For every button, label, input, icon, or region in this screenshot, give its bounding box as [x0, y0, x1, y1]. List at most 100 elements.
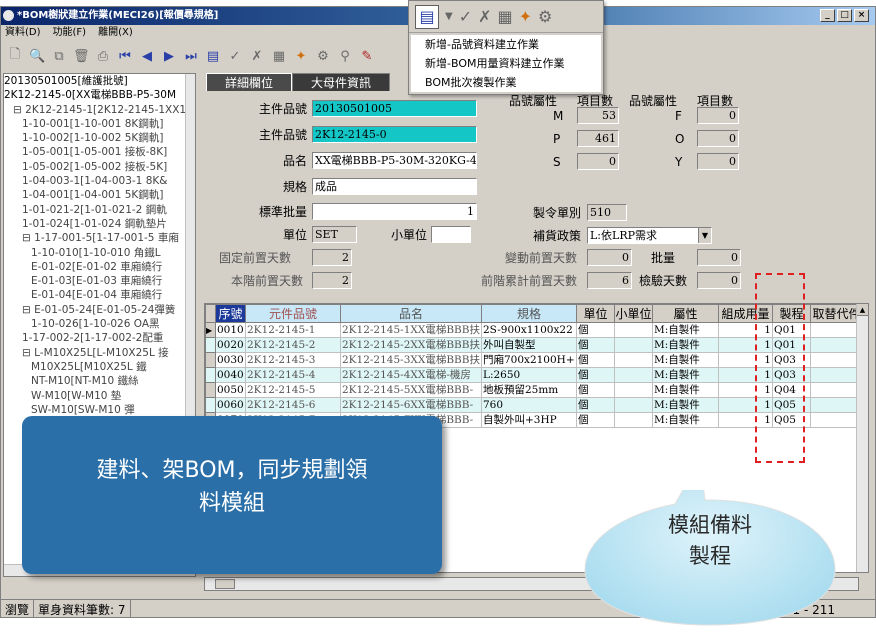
edit-icon[interactable]: ✎: [359, 49, 375, 64]
tree-item[interactable]: E-01-03[E-01-03 車廂繞行: [4, 274, 195, 288]
report-icon[interactable]: ▦: [271, 49, 287, 64]
menu-exit[interactable]: 離開(X): [98, 25, 133, 41]
inspect-field[interactable]: 0: [697, 272, 741, 289]
scroll-up-icon[interactable]: ▲: [857, 304, 868, 316]
row-indicator[interactable]: [205, 382, 216, 398]
table-cell[interactable]: 760: [480, 397, 577, 413]
first-record-icon[interactable]: ⏮: [117, 49, 133, 64]
col-header-unit[interactable]: 單位: [575, 304, 615, 323]
table-cell[interactable]: [809, 352, 863, 368]
table-cell[interactable]: 0050: [215, 382, 246, 398]
scroll-thumb[interactable]: [215, 579, 235, 589]
order-type-field[interactable]: 510: [587, 204, 627, 221]
table-cell[interactable]: 2K12-2145-6: [245, 397, 341, 413]
table-cell[interactable]: 0040: [215, 367, 246, 383]
tree-item[interactable]: 1-10-002[1-10-002 5K鋼軌]: [4, 131, 195, 145]
table-cell[interactable]: M:自製件: [651, 382, 719, 398]
table-cell[interactable]: 個: [575, 397, 615, 413]
row-indicator[interactable]: [205, 367, 216, 383]
tree-item[interactable]: 1-10-010[1-10-010 角鐵L: [4, 246, 195, 260]
tree-item[interactable]: 1-05-001[1-05-001 接板-8K]: [4, 145, 195, 159]
table-cell[interactable]: [613, 382, 653, 398]
table-cell[interactable]: 地板預留25mm: [480, 382, 577, 398]
table-cell[interactable]: M:自製件: [651, 412, 719, 428]
menu-item-bom-batch-copy[interactable]: BOM批次複製作業: [411, 73, 601, 92]
grid-scrollbar[interactable]: ▲: [856, 304, 868, 572]
batch-field[interactable]: 0: [697, 249, 741, 266]
close-button[interactable]: ×: [854, 9, 869, 22]
tree-item[interactable]: 20130501005[維護批號]: [4, 74, 195, 88]
table-cell[interactable]: 2K12-2145-3: [245, 352, 341, 368]
tree-item[interactable]: E-01-04[E-01-04 車廂繞行: [4, 288, 195, 302]
delete-icon[interactable]: 🗑: [73, 49, 90, 64]
col-header-attr[interactable]: 屬性: [651, 304, 719, 323]
tree-item[interactable]: W-M10[W-M10 墊: [4, 389, 195, 403]
row-indicator[interactable]: [205, 352, 216, 368]
col-header-part[interactable]: 元件品號: [245, 304, 341, 323]
tree-item[interactable]: NT-M10[NT-M10 鐵絲: [4, 374, 195, 388]
table-cell[interactable]: 個: [575, 322, 615, 338]
cum-lead-field[interactable]: 6: [587, 272, 632, 289]
print-icon[interactable]: ⎙: [95, 49, 111, 64]
table-cell[interactable]: 個: [575, 352, 615, 368]
tab-detail-fields[interactable]: 詳細欄位: [206, 73, 293, 91]
table-cell[interactable]: 門廂700x2100H+: [480, 352, 577, 368]
table-cell[interactable]: 外叫自製型: [480, 337, 577, 353]
table-cell[interactable]: M:自製件: [651, 352, 719, 368]
add-menu-icon[interactable]: ▤: [415, 4, 439, 29]
prev-record-icon[interactable]: ◀: [139, 49, 155, 64]
this-lead-field[interactable]: 2: [312, 272, 352, 289]
table-cell[interactable]: [809, 382, 863, 398]
tree-item[interactable]: ⊟ 2K12-2145-1[2K12-2145-1XX1: [4, 103, 195, 117]
table-cell[interactable]: [809, 322, 863, 338]
table-cell[interactable]: 個: [575, 337, 615, 353]
add-menu-icon[interactable]: ▤: [205, 49, 221, 64]
table-cell[interactable]: 2K12-2145-1: [245, 322, 341, 338]
subunit-field[interactable]: [431, 226, 471, 243]
main-part-field-1[interactable]: 20130501005: [312, 100, 477, 117]
confirm-icon[interactable]: ✓: [459, 7, 472, 26]
table-cell[interactable]: [809, 397, 863, 413]
next-record-icon[interactable]: ▶: [161, 49, 177, 64]
table-cell[interactable]: 2K12-2145-4XX電梯-機房: [340, 367, 482, 383]
tree-item[interactable]: 1-04-003-1[1-04-003-1 8K&: [4, 174, 195, 188]
supply-select[interactable]: L:依LRP需求 ▼: [587, 227, 712, 244]
table-cell[interactable]: [613, 367, 653, 383]
table-cell[interactable]: 2K12-2145-5XX電梯BBB-: [340, 382, 482, 398]
table-cell[interactable]: [809, 367, 863, 383]
tree-item[interactable]: 1-01-021-2[1-01-021-2 鋼軌: [4, 203, 195, 217]
menu-function[interactable]: 功能(F): [53, 25, 87, 41]
tree-item[interactable]: 1-10-026[1-10-026 OA黑: [4, 317, 195, 331]
tools-icon[interactable]: ✦: [293, 49, 309, 64]
minimize-button[interactable]: _: [820, 9, 835, 22]
tree-item[interactable]: 1-10-001[1-10-001 8K鋼軌]: [4, 117, 195, 131]
var-lead-field[interactable]: 0: [587, 249, 632, 266]
table-cell[interactable]: 0010: [215, 322, 246, 338]
table-cell[interactable]: [809, 412, 863, 428]
std-qty-field[interactable]: 1: [312, 203, 477, 220]
tree-item[interactable]: 2K12-2145-0[XX電梯BBB-P5-30M: [4, 88, 195, 102]
row-indicator[interactable]: [205, 397, 216, 413]
col-header-spec[interactable]: 規格: [480, 304, 577, 323]
row-indicator[interactable]: [205, 337, 216, 353]
cancel-icon[interactable]: ✗: [478, 7, 491, 26]
settings-icon[interactable]: ⚙: [315, 49, 331, 64]
col-header-substitute[interactable]: 取替代件: [809, 304, 863, 323]
menu-item-new-part[interactable]: 新增-品號資料建立作業: [411, 35, 601, 54]
tree-item[interactable]: ⊟ L-M10X25L[L-M10X25L 接: [4, 346, 195, 360]
table-cell[interactable]: [613, 337, 653, 353]
table-cell[interactable]: [613, 412, 653, 428]
tree-item[interactable]: E-01-02[E-01-02 車廂繞行: [4, 260, 195, 274]
table-cell[interactable]: 0020: [215, 337, 246, 353]
col-header-seq[interactable]: 序號: [215, 304, 246, 323]
tree-item[interactable]: ⊟ 1-17-001-5[1-17-001-5 車廂: [4, 231, 195, 245]
table-cell[interactable]: [613, 397, 653, 413]
table-cell[interactable]: 2K12-2145-2: [245, 337, 341, 353]
row-indicator[interactable]: ▶: [205, 322, 216, 338]
table-cell[interactable]: L:2650: [480, 367, 577, 383]
chevron-down-icon[interactable]: ▼: [698, 228, 711, 243]
unit-field[interactable]: SET: [312, 226, 357, 243]
table-cell[interactable]: [809, 337, 863, 353]
table-cell[interactable]: 2K12-2145-3XX電梯BBB扶: [340, 352, 482, 368]
menu-data[interactable]: 資料(D): [5, 25, 41, 41]
